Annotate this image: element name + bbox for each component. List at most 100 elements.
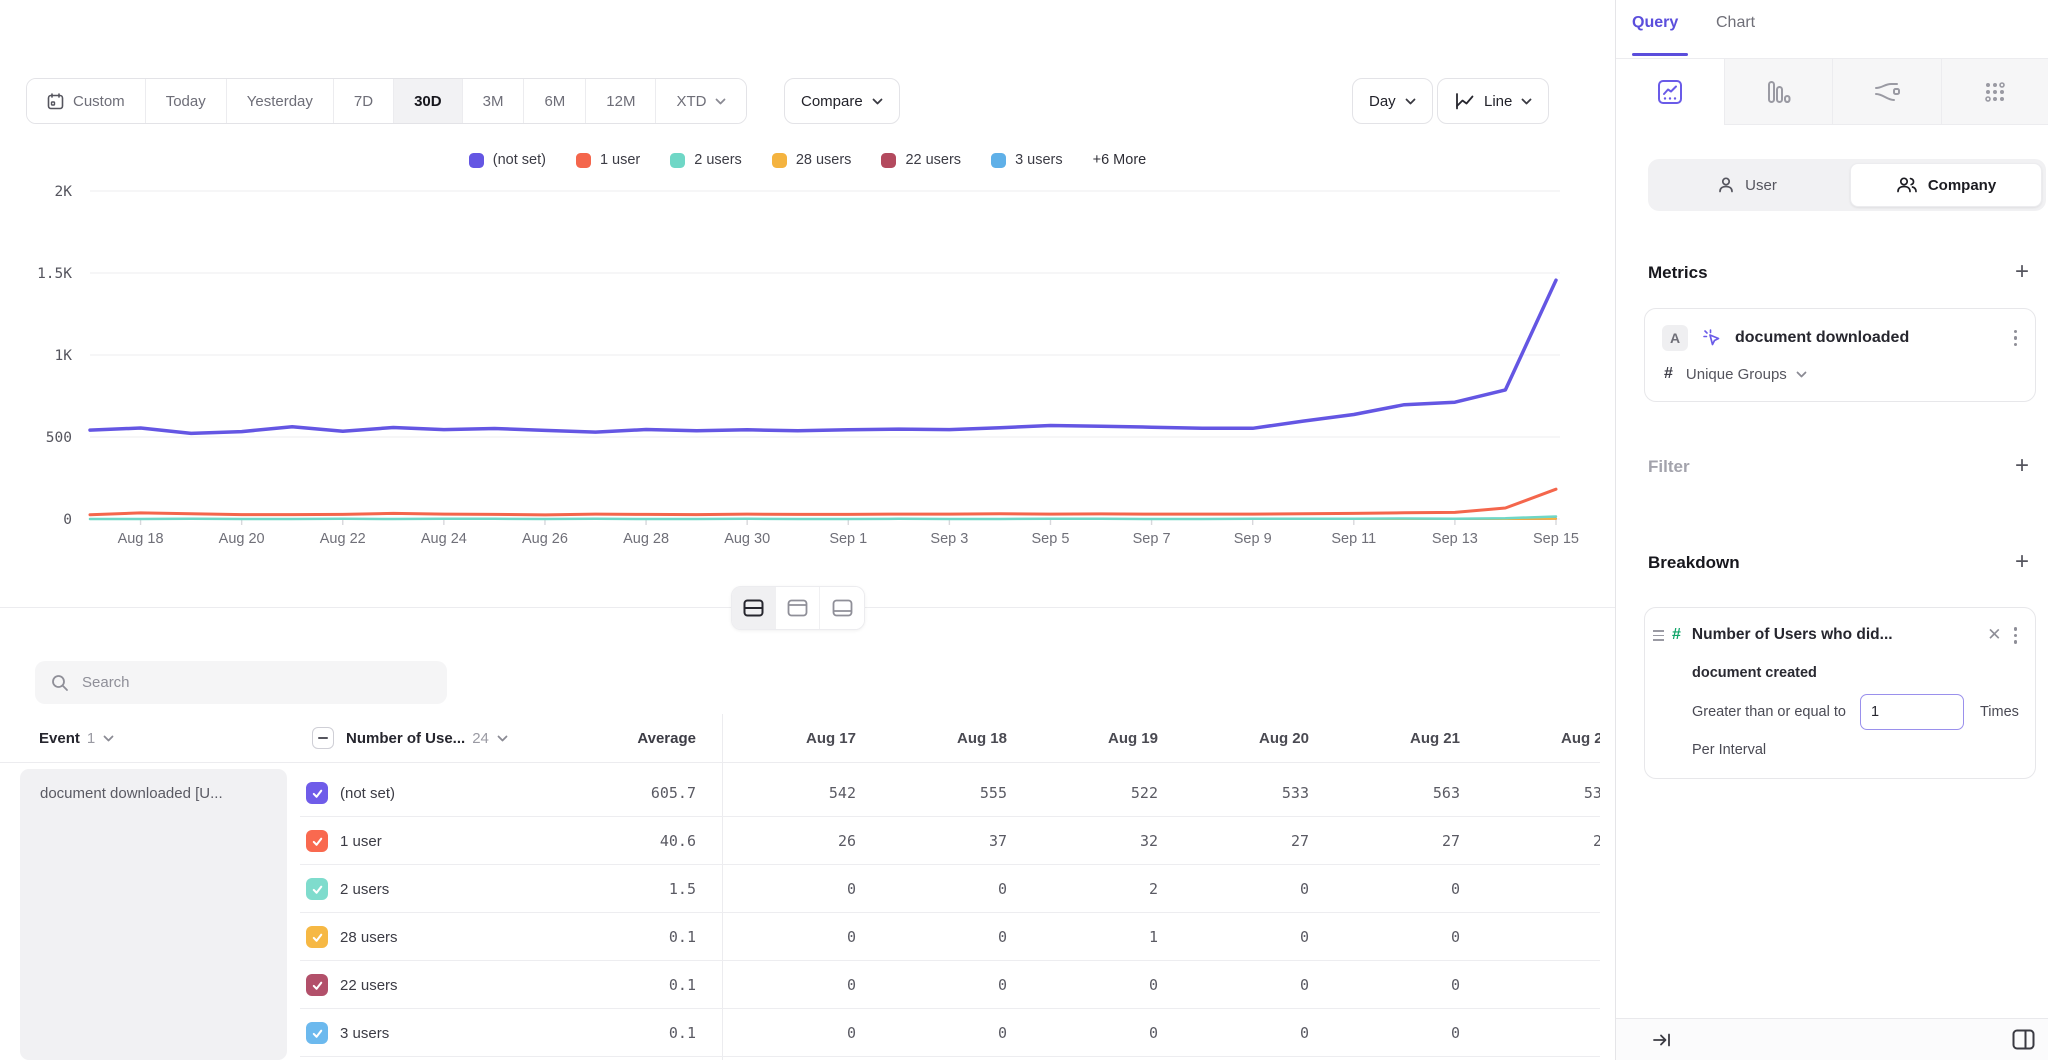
chart-legend: (not set) 1 user 2 users 28 users 22 use…: [0, 152, 1615, 168]
split-panel-icon[interactable]: [2012, 1029, 2035, 1050]
series-value: 0: [1477, 961, 1600, 1009]
split-view-button[interactable]: [732, 587, 776, 629]
date-column-header: Aug 20: [1175, 714, 1326, 763]
date-range-3m[interactable]: 3M: [463, 79, 525, 123]
date-range-yesterday[interactable]: Yesterday: [227, 79, 334, 123]
series-label: 22 users: [340, 961, 398, 1009]
metric-kebab-menu[interactable]: [2010, 326, 2022, 351]
svg-text:Sep 9: Sep 9: [1234, 531, 1272, 547]
scope-option-company[interactable]: Company: [1850, 163, 2042, 207]
series-checkbox[interactable]: [306, 926, 328, 948]
series-value: 0: [1024, 961, 1175, 1009]
search-input[interactable]: [82, 674, 412, 691]
series-line: [90, 489, 1556, 515]
series-checkbox[interactable]: [306, 974, 328, 996]
chart-style-dropdown[interactable]: Line: [1437, 78, 1549, 124]
series-value: 0: [873, 913, 1024, 961]
breakdown-hash-icon: #: [1672, 626, 1681, 644]
svg-text:Sep 1: Sep 1: [829, 531, 867, 547]
table-row: 28 users0.1001000: [300, 913, 1600, 961]
series-checkbox[interactable]: [306, 830, 328, 852]
series-label: (not set): [340, 769, 395, 817]
breakdown-kebab-menu[interactable]: [2010, 623, 2022, 648]
condition-value-input[interactable]: [1860, 694, 1964, 730]
svg-text:Aug 28: Aug 28: [623, 531, 669, 547]
series-value: 0: [1477, 913, 1600, 961]
main-area: Custom Today Yesterday 7D 30D 3M 6M 12M …: [0, 0, 1615, 1060]
series-value: 563: [1326, 769, 1477, 817]
legend-item[interactable]: 3 users: [991, 152, 1063, 168]
interval-label: Per Interval: [1645, 730, 2035, 758]
chart-type-line[interactable]: [1616, 59, 1724, 125]
date-range-12m[interactable]: 12M: [586, 79, 656, 123]
svg-text:Sep 7: Sep 7: [1133, 531, 1171, 547]
group-column-header[interactable]: Number of Use... 24: [346, 714, 508, 763]
metric-card[interactable]: A document downloaded # Unique Groups: [1644, 308, 2036, 402]
chevron-down-icon: [497, 735, 508, 742]
line-chart-icon: [1454, 92, 1475, 111]
legend-item[interactable]: 22 users: [881, 152, 961, 168]
date-range-custom[interactable]: Custom: [27, 79, 146, 123]
date-range-7d[interactable]: 7D: [334, 79, 394, 123]
tab-chart[interactable]: Chart: [1716, 14, 1755, 32]
legend-item[interactable]: (not set): [469, 152, 546, 168]
series-value: 0: [1326, 1009, 1477, 1057]
date-range-today[interactable]: Today: [146, 79, 227, 123]
table-only-view-button[interactable]: [820, 587, 864, 629]
view-toggle-group: [731, 586, 865, 630]
series-value: 0: [1175, 1009, 1326, 1057]
add-metric-button[interactable]: +: [2008, 258, 2036, 286]
series-checkbox[interactable]: [306, 782, 328, 804]
series-value: 27: [1326, 817, 1477, 865]
compare-button[interactable]: Compare: [784, 78, 900, 124]
select-all-checkbox[interactable]: [312, 727, 334, 749]
chevron-down-icon: [1796, 371, 1807, 378]
event-column-header[interactable]: Event 1: [39, 714, 114, 763]
date-range-30d[interactable]: 30D: [394, 79, 463, 123]
series-value: 0: [873, 961, 1024, 1009]
collapse-panel-icon[interactable]: [1652, 1031, 1672, 1049]
close-icon[interactable]: ✕: [1987, 625, 2001, 645]
filter-heading: Filter: [1648, 457, 1690, 477]
flow-chart-icon: [1873, 80, 1901, 104]
check-icon: [311, 931, 324, 944]
table-row: (not set)605.7542555522533563535: [300, 769, 1600, 817]
date-column-header: Aug 17: [722, 714, 873, 763]
svg-text:Aug 20: Aug 20: [219, 531, 265, 547]
date-column-header: Aug 19: [1024, 714, 1175, 763]
measure-dropdown[interactable]: Unique Groups: [1686, 366, 1787, 383]
svg-text:Sep 13: Sep 13: [1432, 531, 1478, 547]
add-filter-button[interactable]: +: [2008, 452, 2036, 480]
series-checkbox[interactable]: [306, 878, 328, 900]
drag-handle-icon[interactable]: [1653, 630, 1664, 641]
chart-only-view-button[interactable]: [776, 587, 820, 629]
breakdown-card[interactable]: # Number of Users who did... ✕ document …: [1644, 607, 2036, 779]
tab-query[interactable]: Query: [1632, 14, 1678, 32]
measure-hash-icon: #: [1664, 365, 1673, 383]
series-label: 1 user: [340, 817, 382, 865]
legend-item[interactable]: 28 users: [772, 152, 852, 168]
series-checkbox[interactable]: [306, 1022, 328, 1044]
legend-swatch: [576, 153, 591, 168]
add-breakdown-button[interactable]: +: [2008, 548, 2036, 576]
condition-unit: Times: [1980, 704, 2019, 720]
metric-event-name[interactable]: document downloaded: [1735, 329, 1909, 347]
scope-option-user[interactable]: User: [1652, 163, 1842, 207]
legend-item[interactable]: 1 user: [576, 152, 640, 168]
series-value: 533: [1175, 769, 1326, 817]
legend-more-button[interactable]: +6 More: [1093, 152, 1147, 168]
table-row: 2 users1.5002000: [300, 865, 1600, 913]
metric-letter-badge: A: [1662, 325, 1688, 351]
chart-type-grid[interactable]: [1941, 59, 2048, 125]
date-range-6m[interactable]: 6M: [524, 79, 586, 123]
chart-type-bar[interactable]: [1724, 59, 1833, 125]
chart-type-flow[interactable]: [1832, 59, 1941, 125]
event-list-item[interactable]: document downloaded [U...: [20, 769, 287, 817]
legend-item[interactable]: 2 users: [670, 152, 742, 168]
date-range-xtd[interactable]: XTD: [656, 79, 746, 123]
search-box: [35, 661, 447, 704]
active-tab-underline: [1632, 53, 1688, 56]
granularity-dropdown[interactable]: Day: [1352, 78, 1433, 124]
series-value: 0: [1175, 961, 1326, 1009]
series-value: 37: [873, 817, 1024, 865]
